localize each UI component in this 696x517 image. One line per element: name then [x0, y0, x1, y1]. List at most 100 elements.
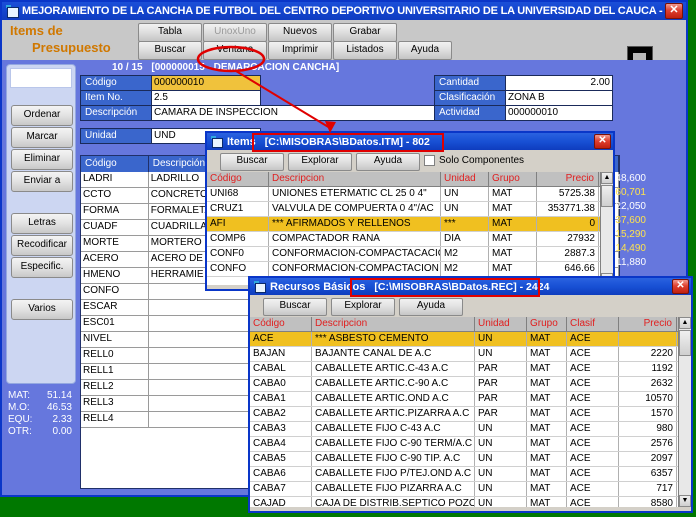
toolbar-button-imprimir[interactable]: Imprimir — [268, 41, 332, 60]
total-key-mat: MAT: — [8, 390, 31, 401]
table-cell: CCTO — [81, 188, 149, 203]
table-cell: LADRI — [81, 172, 149, 187]
table-cell-grupo: MAT — [489, 217, 537, 231]
table-cell-precio: 2632 — [619, 377, 677, 391]
toolbar-button-tabla[interactable]: Tabla — [138, 23, 202, 42]
table-cell-descripcion: *** ASBESTO CEMENTO — [312, 332, 475, 346]
sidebar-button-enviar-a[interactable]: Enviar a — [11, 171, 73, 192]
scrollbar-thumb[interactable] — [601, 185, 613, 207]
table-cell-precio: 2097 — [619, 452, 677, 466]
module-title: Items de Presupuesto — [10, 22, 130, 56]
table-cell-unidad: PAR — [475, 362, 527, 376]
recursos-close-icon[interactable]: ✕ — [672, 279, 689, 294]
toolbar-button-buscar[interactable]: Buscar — [138, 41, 202, 60]
field-value-cantidad[interactable]: 2.00 — [505, 75, 613, 91]
sidebar-button-letras[interactable]: Letras — [11, 213, 73, 234]
table-cell-unidad: UN — [441, 187, 489, 201]
table-cell-codigo: CABA4 — [250, 437, 312, 451]
items-vertical-scrollbar[interactable]: ▲ ▼ — [600, 172, 613, 285]
table-row[interactable]: CABA2 CABALLETE ARTIC.PIZARRA A.C PAR MAT AC… — [250, 407, 691, 422]
total-value-equ: 2.33 — [52, 414, 72, 425]
table-row[interactable]: CABA5 CABALLETE FIJO C-90 TIP. A.C UN MAT AC… — [250, 452, 691, 467]
table-row[interactable]: CABAL CABALLETE ARTIC.C-43 A.C PAR MAT ACE 11… — [250, 362, 691, 377]
items-button-ayuda[interactable]: Ayuda — [356, 153, 420, 171]
table-row[interactable]: CAJAD CAJA DE DISTRIB.SEPTICO POZO UN MAT AC… — [250, 497, 691, 507]
toolbar-button-ventana[interactable]: Ventana — [203, 41, 267, 60]
main-grid-col-codigo: Código — [81, 156, 149, 172]
table-row[interactable]: CABA7 CABALLETE FIJO PIZARRA A.C UN MAT ACE 7… — [250, 482, 691, 497]
toolbar-button-ayuda[interactable]: Ayuda — [398, 41, 452, 60]
table-cell-unidad: DIA — [441, 232, 489, 246]
scrollbar-thumb[interactable] — [679, 330, 691, 356]
sidebar-button-marcar[interactable]: Marcar — [11, 127, 73, 148]
table-cell — [149, 364, 264, 379]
field-label-actividad: Actividad — [434, 105, 506, 121]
table-cell-clasif: ACE — [567, 377, 619, 391]
table-row[interactable]: CABA0 CABALLETE ARTIC.C-90 A.C PAR MAT ACE 26… — [250, 377, 691, 392]
table-cell-clasif: ACE — [567, 482, 619, 496]
table-row[interactable]: CONF0CONFORMACION-COMPACTACACION SM2MAT2… — [207, 247, 613, 262]
items-window-toolbar: Buscar Explorar Ayuda Solo Componentes — [207, 150, 613, 172]
scroll-up-arrow-icon[interactable]: ▲ — [679, 317, 691, 329]
items-grid[interactable]: Código Descripcion Unidad Grupo Precio U… — [207, 172, 613, 285]
table-cell-codigo: BAJAN — [250, 347, 312, 361]
field-value-actividad[interactable]: 000000010 — [505, 105, 613, 121]
sidebar-button-ordenar[interactable]: Ordenar — [11, 105, 73, 126]
items-window: Items [C:\MISOBRAS\BDatos.ITM] - 802 ✕ B… — [205, 131, 615, 291]
table-cell-codigo: CONFO — [207, 262, 269, 276]
table-cell-descripcion: CONFORMACION-COMPACTACACION S — [269, 247, 441, 261]
field-label-cantidad: Cantidad — [434, 75, 506, 91]
recursos-button-buscar[interactable]: Buscar — [263, 298, 327, 316]
table-row[interactable]: CABA6 CABALLETE FIJO P/TEJ.OND A.C UN MAT AC… — [250, 467, 691, 482]
table-row[interactable]: CABA1 CABALLETE ARTIC.OND A.C PAR MAT ACE 105… — [250, 392, 691, 407]
recursos-button-ayuda[interactable]: Ayuda — [399, 298, 463, 316]
table-row[interactable]: CONFOCONFORMACION-COMPACTACION SUBM2MAT6… — [207, 262, 613, 277]
table-row[interactable]: COMP6 COMPACTADOR RANA DIA MAT 27932 — [207, 232, 613, 247]
sidebar-button-recodificar[interactable]: Recodificar — [11, 235, 73, 256]
items-solo-componentes-checkbox[interactable]: Solo Componentes — [424, 155, 524, 166]
recursos-vertical-scrollbar[interactable]: ▲ ▼ — [678, 317, 691, 507]
table-cell — [149, 300, 264, 315]
toolbar-button-grabar[interactable]: Grabar — [333, 23, 397, 42]
table-cell-precio: 2576 — [619, 437, 677, 451]
items-button-explorar[interactable]: Explorar — [288, 153, 352, 171]
table-row[interactable]: ACE *** ASBESTO CEMENTO UN MAT ACE — [250, 332, 691, 347]
table-row[interactable]: AFI *** AFIRMADOS Y RELLENOS *** MAT 0 — [207, 217, 613, 232]
field-value-descripcion[interactable]: CAMARA DE INSPECCION — [151, 105, 441, 121]
sidebar-button-eliminar[interactable]: Eliminar — [11, 149, 73, 170]
table-cell-clasif: ACE — [567, 467, 619, 481]
module-title-line2: Presupuesto — [32, 40, 111, 55]
field-value-item-no[interactable]: 2.5 — [151, 90, 261, 106]
field-value-codigo[interactable]: 000000010 — [151, 75, 261, 91]
recursos-grid[interactable]: Código Descripcion Unidad Grupo Clasif P… — [250, 317, 691, 507]
total-row-equ: EQU: 2.33 — [8, 414, 74, 426]
checkbox-icon[interactable] — [424, 155, 435, 166]
items-col-precio: Precio — [537, 172, 599, 186]
main-toolbar: Items de Presupuesto Tabla UnoxUno Nuevo… — [2, 20, 686, 72]
items-close-icon[interactable]: ✕ — [594, 134, 611, 149]
recursos-button-explorar[interactable]: Explorar — [331, 298, 395, 316]
scroll-up-arrow-icon[interactable]: ▲ — [601, 172, 613, 184]
toolbar-button-listados[interactable]: Listados — [333, 41, 397, 60]
table-row[interactable]: CRUZ1 VALVULA DE COMPUERTA 0 4"/AC UN MAT 35… — [207, 202, 613, 217]
table-cell-clasif: ACE — [567, 407, 619, 421]
table-cell-precio: 353771.38 — [537, 202, 599, 216]
items-button-buscar[interactable]: Buscar — [220, 153, 284, 171]
field-value-clasificacion[interactable]: ZONA B — [505, 90, 613, 106]
close-icon[interactable]: ✕ — [665, 3, 683, 19]
sidebar-button-varios[interactable]: Varios — [11, 299, 73, 320]
table-row[interactable]: CABA3 CABALLETE FIJO C-43 A.C UN MAT ACE 980 — [250, 422, 691, 437]
table-cell-descripcion: CABALLETE FIJO C-90 TERM/A.C — [312, 437, 475, 451]
table-row[interactable]: UNI68 UNIONES ETERMATIC CL 25 0 4" UN MAT 57… — [207, 187, 613, 202]
items-checkbox-label: Solo Componentes — [439, 155, 525, 166]
table-row[interactable]: BAJAN BAJANTE CANAL DE A.C UN MAT ACE 2220 — [250, 347, 691, 362]
recursos-col-unidad: Unidad — [475, 317, 527, 331]
table-cell-unidad: M2 — [441, 247, 489, 261]
scroll-down-arrow-icon[interactable]: ▼ — [679, 495, 691, 507]
items-window-name: Items — [227, 135, 256, 148]
toolbar-button-nuevos[interactable]: Nuevos — [268, 23, 332, 42]
table-cell-unidad: UN — [475, 332, 527, 346]
sidebar-button-especific[interactable]: Especific. — [11, 257, 73, 278]
table-cell-unidad: UN — [475, 452, 527, 466]
table-row[interactable]: CABA4 CABALLETE FIJO C-90 TERM/A.C UN MAT AC… — [250, 437, 691, 452]
